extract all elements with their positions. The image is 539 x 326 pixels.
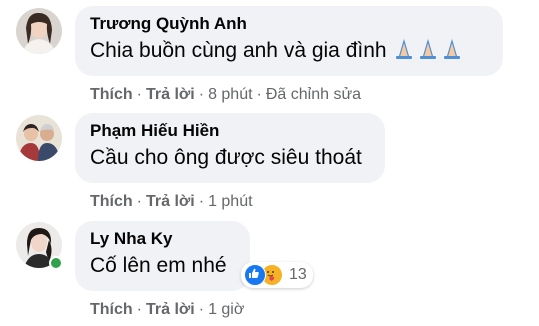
comment-actions: Thích · Trả lời · 8 phút · Đã chỉnh sửa: [90, 86, 362, 103]
comment-bubble: Phạm Hiếu Hiền Cầu cho ông được siêu tho…: [75, 113, 385, 183]
edited-label: Đã chỉnh sửa: [265, 86, 362, 103]
like-link[interactable]: Thích: [90, 301, 133, 318]
comment-text: Cầu cho ông được siêu thoát: [90, 146, 362, 169]
reaction-summary[interactable]: 13: [241, 262, 313, 288]
comment-text: Cố lên em nhé: [90, 254, 227, 277]
like-icon: [244, 264, 266, 286]
reply-link[interactable]: Trả lời: [146, 193, 195, 210]
comment-actions: Thích · Trả lời · 1 giờ: [90, 301, 245, 318]
like-link[interactable]: Thích: [90, 193, 133, 210]
comment-text: Chia buồn cùng anh và gia đình: [90, 37, 491, 68]
timestamp[interactable]: 1 phút: [208, 193, 252, 210]
timestamp[interactable]: 8 phút: [208, 86, 252, 103]
comment-bubble: Ly Nha Ky Cố lên em nhé: [75, 221, 250, 291]
avatar[interactable]: [16, 8, 62, 54]
author-name[interactable]: Trương Quỳnh Anh: [90, 14, 491, 34]
reaction-count: 13: [289, 266, 307, 283]
author-name[interactable]: Ly Nha Ky: [90, 229, 238, 249]
reply-link[interactable]: Trả lời: [146, 301, 195, 318]
online-status-dot: [49, 256, 63, 270]
comment-actions: Thích · Trả lời · 1 phút: [90, 193, 253, 210]
comment-text-content: Chia buồn cùng anh và gia đình: [90, 39, 387, 62]
reply-link[interactable]: Trả lời: [146, 86, 195, 103]
timestamp[interactable]: 1 giờ: [208, 301, 244, 318]
author-name[interactable]: Phạm Hiếu Hiền: [90, 121, 373, 141]
comment-bubble: Trương Quỳnh Anh Chia buồn cùng anh và g…: [75, 6, 503, 76]
like-link[interactable]: Thích: [90, 86, 133, 103]
avatar[interactable]: [16, 115, 62, 161]
folded-hands-icon: [393, 38, 465, 68]
